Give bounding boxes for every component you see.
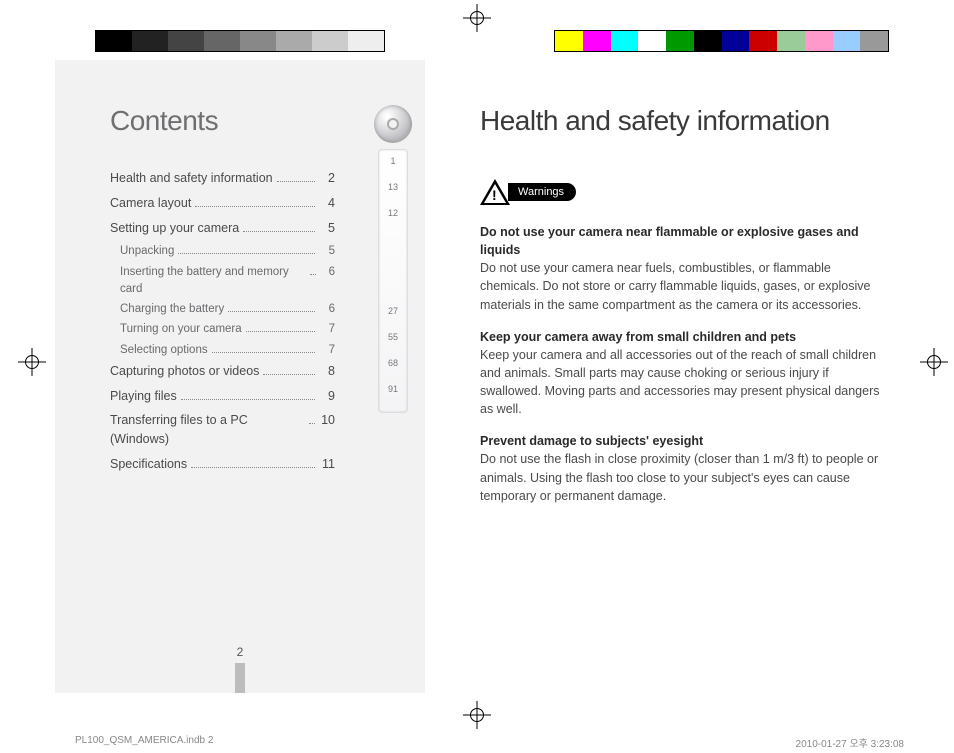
toc-label: Specifications: [110, 455, 187, 474]
toc-subentry: Inserting the battery and memory card 6: [120, 264, 335, 299]
index-tick: 12: [379, 206, 407, 232]
toc-label: Charging the battery: [120, 301, 224, 318]
toc-subentry: Unpacking 5: [120, 243, 335, 260]
toc-page: 2: [319, 169, 335, 188]
toc-entry: Playing files 9: [110, 387, 335, 406]
toc-page: 5: [319, 243, 335, 260]
toc-entry: Setting up your camera 5: [110, 219, 335, 238]
warning-section: Do not use your camera near flammable or…: [480, 223, 884, 314]
toc-label: Health and safety information: [110, 169, 273, 188]
index-tick: 13: [379, 180, 407, 206]
toc-page: 6: [319, 301, 335, 318]
warning-heading: Keep your camera away from small childre…: [480, 330, 796, 344]
index-tick: 55: [379, 330, 407, 356]
warning-heading: Prevent damage to subjects' eyesight: [480, 434, 703, 448]
footer-filename: PL100_QSM_AMERICA.indb 2: [75, 735, 213, 746]
manual-page-index-strip: 1 13 12 27 55 68 91: [378, 149, 408, 413]
page-number: 2: [235, 645, 245, 693]
toc-page: 7: [319, 342, 335, 359]
toc-label: Capturing photos or videos: [110, 362, 259, 381]
toc-page: 6: [320, 264, 335, 281]
left-page: Contents Health and safety information 2…: [55, 60, 425, 693]
warning-heading: Do not use your camera near flammable or…: [480, 225, 859, 257]
warnings-label: Warnings: [508, 183, 576, 201]
toc-label: Playing files: [110, 387, 177, 406]
index-tick: 91: [379, 382, 407, 408]
toc-page: 5: [319, 219, 335, 238]
table-of-contents: Health and safety information 2 Camera l…: [110, 169, 335, 474]
index-tick: 27: [379, 304, 407, 330]
toc-page: 4: [319, 194, 335, 213]
index-tick: 68: [379, 356, 407, 382]
toc-entry: Capturing photos or videos 8: [110, 362, 335, 381]
manual-page-index-column: 1 13 12 27 55 68 91: [373, 105, 413, 413]
toc-label: Selecting options: [120, 342, 208, 359]
toc-entry: Health and safety information 2: [110, 169, 335, 188]
toc-label: Transferring files to a PC (Windows): [110, 411, 305, 449]
toc-label: Camera layout: [110, 194, 191, 213]
warning-body: Keep your camera and all accessories out…: [480, 348, 880, 416]
toc-label: Turning on your camera: [120, 321, 242, 338]
disc-icon: [374, 105, 412, 143]
toc-entry: Specifications 11: [110, 455, 335, 474]
section-heading: Health and safety information: [480, 105, 884, 137]
toc-label: Inserting the battery and memory card: [120, 264, 306, 299]
toc-label: Setting up your camera: [110, 219, 239, 238]
toc-entry: Camera layout 4: [110, 194, 335, 213]
page-number-bar: [235, 663, 245, 693]
crosshair-icon: [463, 701, 491, 729]
warning-section: Prevent damage to subjects' eyesight Do …: [480, 432, 884, 505]
index-tick: 1: [379, 154, 407, 180]
warning-section: Keep your camera away from small childre…: [480, 328, 884, 419]
toc-label: Unpacking: [120, 243, 174, 260]
crosshair-icon: [18, 348, 46, 376]
warnings-badge: ! Warnings: [480, 179, 576, 205]
color-swatch-strip: [554, 30, 889, 52]
contents-heading: Contents: [110, 105, 407, 137]
toc-subentry: Charging the battery 6: [120, 301, 335, 318]
warning-triangle-icon: !: [480, 179, 510, 205]
crosshair-icon: [463, 4, 491, 32]
footer-timestamp: 2010-01-27 오후 3:23:08: [796, 735, 904, 750]
toc-page: 9: [319, 387, 335, 406]
toc-entry: Transferring files to a PC (Windows) 10: [110, 411, 335, 449]
toc-subentry: Selecting options 7: [120, 342, 335, 359]
warning-body: Do not use the flash in close proximity …: [480, 452, 878, 502]
toc-page: 8: [319, 362, 335, 381]
warning-body: Do not use your camera near fuels, combu…: [480, 261, 870, 311]
toc-subentry: Turning on your camera 7: [120, 321, 335, 338]
toc-page: 11: [319, 455, 335, 474]
crosshair-icon: [920, 348, 948, 376]
grayscale-swatch-strip: [95, 30, 385, 52]
page-number-value: 2: [237, 645, 244, 659]
toc-page: 10: [319, 411, 335, 430]
toc-page: 7: [319, 321, 335, 338]
right-page: Health and safety information ! Warnings…: [425, 60, 919, 693]
